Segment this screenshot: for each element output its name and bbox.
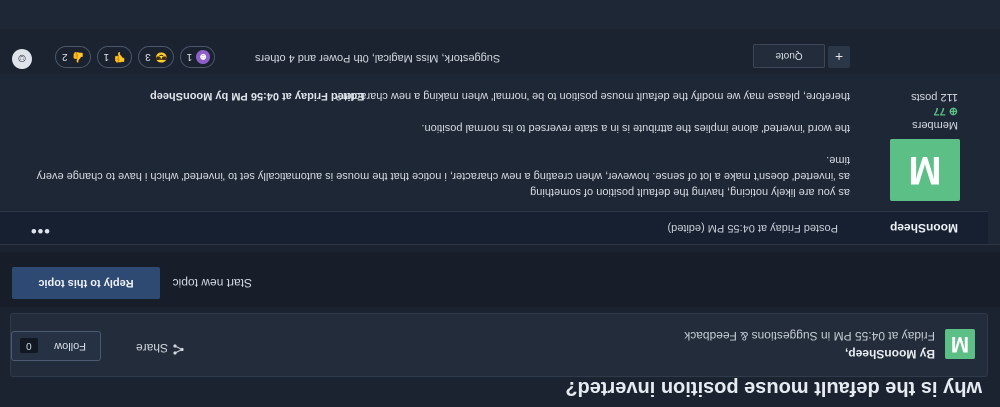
topic-meta-info: Friday at 04:55 PM in Suggestions & Feed… xyxy=(684,329,935,343)
share-icon xyxy=(173,341,184,355)
reputation-badge: ⊕ 77 xyxy=(911,104,958,118)
purple-face-icon: ☻ xyxy=(196,50,211,64)
post: MoonSheep Posted Friday at 04:55 PM (edi… xyxy=(0,0,1000,245)
member-group: Members xyxy=(912,119,958,131)
topic-meta-box: M By MoonSheep, Friday at 04:55 PM in Su… xyxy=(10,313,988,377)
follow-count: 0 xyxy=(20,338,38,354)
post-paragraph: as you are likely noticing, having the d… xyxy=(530,186,850,198)
plus-circle-icon: ⊕ xyxy=(948,105,958,117)
reacted-by-list[interactable]: Suggestork, Miss Magical, 0th Power and … xyxy=(255,52,500,64)
more-options-icon[interactable]: ••• xyxy=(30,221,50,239)
reaction-thumbs-down[interactable]: 👎 1 xyxy=(96,46,133,68)
start-new-topic-link[interactable]: Start new topic xyxy=(173,276,252,290)
author-info: Members ⊕ 77 112 posts xyxy=(911,90,958,132)
post-author[interactable]: MoonSheep xyxy=(890,221,958,235)
cool-face-icon: 😎 xyxy=(155,51,168,63)
reaction-cool-face[interactable]: 😎 3 xyxy=(138,46,174,68)
post-timestamp[interactable]: Posted Friday at 04:55 PM (edited) xyxy=(667,222,838,234)
reaction-thumbs-up[interactable]: 👍 2 xyxy=(55,46,91,68)
reactions-menu-icon[interactable]: ☺ xyxy=(12,49,32,69)
reactions-bar: ☻ 1 😎 3 👎 1 👍 2 xyxy=(55,46,216,68)
reaction-count: 1 xyxy=(103,51,110,63)
share-button[interactable]: Share xyxy=(136,341,184,355)
reaction-count: 3 xyxy=(145,51,151,63)
page-title: why is the default mouse position invert… xyxy=(565,377,982,399)
post-paragraph: the word 'inverted' alone implies the at… xyxy=(421,122,850,134)
reaction-count: 2 xyxy=(62,51,68,63)
edited-note: Edited Friday at 04:56 PM by MoonSheep xyxy=(150,90,365,102)
post-paragraph: as 'inverted' doesn't make a lot of sens… xyxy=(36,154,850,182)
post-paragraph: therefore, please may we modify the defa… xyxy=(335,90,850,102)
reply-button[interactable]: Reply to this topic xyxy=(12,267,160,299)
thumbs-down-icon: 👎 xyxy=(113,51,127,63)
post-count: 112 posts xyxy=(911,91,958,103)
share-label: Share xyxy=(135,341,168,355)
avatar[interactable]: M xyxy=(945,329,975,359)
follow-label: Follow xyxy=(54,340,86,352)
post-footer: + Quote Suggestork, Miss Magical, 0th Po… xyxy=(0,29,1000,74)
post-header: MoonSheep Posted Friday at 04:55 PM (edi… xyxy=(0,211,988,244)
reputation-count: 77 xyxy=(933,105,946,117)
topic-action-row: Start new topic Reply to this topic xyxy=(0,252,1000,307)
author-avatar[interactable]: M xyxy=(890,139,960,201)
reaction-count: 1 xyxy=(186,51,193,63)
thumbs-up-icon: 👍 xyxy=(72,51,85,63)
add-button[interactable]: + xyxy=(828,46,850,68)
reaction-purple-face[interactable]: ☻ 1 xyxy=(179,46,216,68)
quote-button[interactable]: Quote xyxy=(753,44,825,68)
follow-button[interactable]: Follow 0 xyxy=(11,331,101,361)
topic-header: why is the default mouse position invert… xyxy=(0,307,1000,407)
topic-author[interactable]: By MoonSheep, xyxy=(845,347,935,361)
forum-topic-page: why is the default mouse position invert… xyxy=(0,0,1000,407)
